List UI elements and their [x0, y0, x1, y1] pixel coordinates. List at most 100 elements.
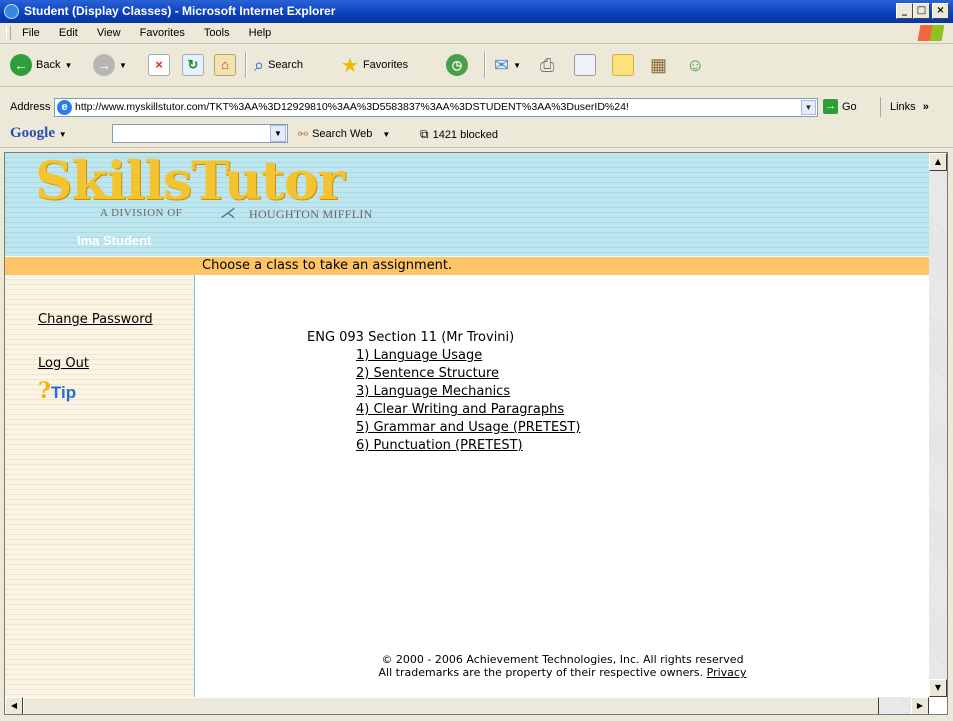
- address-url: http://www.myskillstutor.com/TKT%3AA%3D1…: [75, 101, 629, 113]
- note-icon: [612, 54, 634, 76]
- favorites-label: Favorites: [362, 59, 409, 71]
- menu-bar: File Edit View Favorites Tools Help: [0, 23, 953, 44]
- stop-button[interactable]: ×: [148, 52, 170, 78]
- class-title: ENG 093 Section 11 (Mr Trovini): [307, 330, 515, 345]
- maximize-button[interactable]: □: [913, 3, 930, 19]
- chevron-right-icon: »: [922, 101, 929, 113]
- research-icon: ▦: [650, 54, 668, 75]
- go-button[interactable]: → Go: [823, 99, 857, 114]
- close-button[interactable]: ×: [932, 3, 949, 19]
- copyright-text: © 2000 - 2006 Achievement Technologies, …: [381, 653, 744, 666]
- forward-button[interactable]: → ▼: [93, 52, 127, 78]
- trademark-line: All trademarks are the property of their…: [196, 666, 929, 679]
- assignment-link[interactable]: 3) Language Mechanics: [356, 384, 510, 399]
- refresh-button[interactable]: ↻: [182, 52, 204, 78]
- google-search-input[interactable]: [112, 124, 288, 143]
- popup-blocker-button[interactable]: ⧉ 1421 blocked: [420, 127, 498, 142]
- tip-button[interactable]: ?Tip: [38, 378, 76, 404]
- messenger-button[interactable]: ☺: [686, 52, 704, 78]
- assignment-link[interactable]: 5) Grammar and Usage (PRETEST): [356, 420, 580, 435]
- ie-icon: [4, 4, 19, 19]
- go-label: Go: [842, 100, 857, 113]
- log-out-link[interactable]: Log Out: [38, 356, 89, 371]
- mail-icon: ✉: [494, 54, 510, 75]
- assignment-link[interactable]: 1) Language Usage: [356, 348, 482, 363]
- user-name: Ima Student: [77, 233, 152, 248]
- popup-blocker-icon: ⧉: [420, 127, 429, 141]
- browser-viewport: SkillsTutor A DIVISION OF ⋌ HOUGHTON MIF…: [4, 152, 948, 715]
- search-web-dropdown-icon: ▼: [382, 129, 391, 139]
- binoculars-icon: ⚯: [298, 127, 309, 141]
- print-button[interactable]: ⎙: [540, 52, 554, 78]
- change-password-link[interactable]: Change Password: [38, 312, 153, 327]
- favorites-button[interactable]: ★ Favorites: [341, 52, 408, 78]
- division-text: A DIVISION OF: [100, 207, 183, 219]
- toolbar-separator: [484, 52, 486, 78]
- horizontal-scroll-thumb[interactable]: [23, 697, 879, 714]
- scroll-right-icon[interactable]: ▶: [911, 697, 929, 714]
- messenger-icon: ☺: [686, 54, 705, 75]
- menu-grip: [6, 26, 11, 41]
- address-separator: [880, 97, 881, 117]
- menu-favorites[interactable]: Favorites: [132, 23, 193, 43]
- search-button[interactable]: ⌕ Search: [254, 52, 303, 78]
- refresh-icon: ↻: [182, 54, 204, 76]
- stop-icon: ×: [148, 54, 170, 76]
- mail-dropdown-icon: ▼: [513, 60, 522, 70]
- window-title-bar: Student (Display Classes) - Microsoft In…: [0, 0, 953, 23]
- search-web-label: Search Web: [312, 128, 373, 140]
- search-label: Search: [268, 59, 303, 71]
- scroll-up-icon[interactable]: ▲: [929, 153, 947, 171]
- tip-label: Tip: [50, 383, 77, 402]
- scroll-left-icon[interactable]: ◀: [5, 697, 23, 714]
- menu-help[interactable]: Help: [241, 23, 280, 43]
- star-icon: ★: [341, 54, 359, 77]
- assignment-link[interactable]: 6) Punctuation (PRETEST): [356, 438, 523, 453]
- back-dropdown-icon: ▼: [64, 60, 73, 70]
- assignment-link[interactable]: 4) Clear Writing and Paragraphs: [356, 402, 564, 417]
- edit-icon: [574, 54, 596, 76]
- back-arrow-icon: ←: [10, 54, 32, 76]
- scroll-down-icon[interactable]: ▼: [929, 679, 947, 697]
- edit-button[interactable]: [574, 52, 596, 78]
- google-logo: Google: [10, 125, 55, 141]
- main-content: ENG 093 Section 11 (Mr Trovini) 1) Langu…: [196, 275, 929, 714]
- history-button[interactable]: ◷: [446, 52, 468, 78]
- window-controls: _ □ ×: [896, 3, 949, 19]
- horizontal-scrollbar[interactable]: ◀ ▶: [5, 697, 929, 714]
- links-button[interactable]: Links »: [890, 101, 929, 113]
- google-menu-button[interactable]: Google ▼: [10, 125, 67, 142]
- go-arrow-icon: →: [823, 99, 838, 114]
- blocked-count: 1421 blocked: [432, 128, 499, 141]
- home-button[interactable]: ⌂: [214, 52, 236, 78]
- menu-file[interactable]: File: [14, 23, 48, 43]
- links-label: Links: [890, 101, 916, 113]
- instruction-text: Choose a class to take an assignment.: [202, 258, 453, 273]
- address-bar: Address e http://www.myskillstutor.com/T…: [0, 97, 953, 119]
- search-web-button[interactable]: ⚯ Search Web ▼: [298, 127, 390, 141]
- vertical-scrollbar[interactable]: ▲ ▼: [929, 153, 947, 697]
- forward-arrow-icon: →: [93, 54, 115, 76]
- research-button[interactable]: ▦: [650, 52, 667, 78]
- mail-button[interactable]: ✉ ▼: [494, 52, 521, 78]
- discuss-button[interactable]: [612, 52, 634, 78]
- standard-toolbar: ← Back ▼ → ▼ × ↻ ⌂ ⌕ Search ★ Favorites …: [0, 44, 953, 87]
- menu-tools[interactable]: Tools: [196, 23, 238, 43]
- window-title: Student (Display Classes) - Microsoft In…: [24, 4, 336, 18]
- minimize-button[interactable]: _: [896, 3, 913, 19]
- google-dropdown-icon: ▼: [58, 130, 67, 139]
- question-mark-icon: ?: [38, 378, 51, 404]
- houghton-mifflin-bird-icon: ⋌: [220, 203, 236, 222]
- privacy-link[interactable]: Privacy: [707, 666, 747, 679]
- company-name: HOUGHTON MIFFLIN: [249, 207, 373, 221]
- menu-view[interactable]: View: [89, 23, 129, 43]
- assignment-link[interactable]: 2) Sentence Structure: [356, 366, 499, 381]
- site-header: SkillsTutor A DIVISION OF ⋌ HOUGHTON MIF…: [5, 153, 929, 256]
- menu-edit[interactable]: Edit: [51, 23, 86, 43]
- address-dropdown-icon[interactable]: ▼: [801, 100, 816, 115]
- back-button[interactable]: ← Back ▼: [10, 52, 72, 78]
- sidebar: Change Password Log Out ?Tip: [5, 275, 195, 714]
- address-field[interactable]: e http://www.myskillstutor.com/TKT%3AA%3…: [54, 98, 818, 117]
- google-search-dropdown-icon[interactable]: ▼: [270, 125, 286, 142]
- trademark-text: All trademarks are the property of their…: [378, 666, 704, 679]
